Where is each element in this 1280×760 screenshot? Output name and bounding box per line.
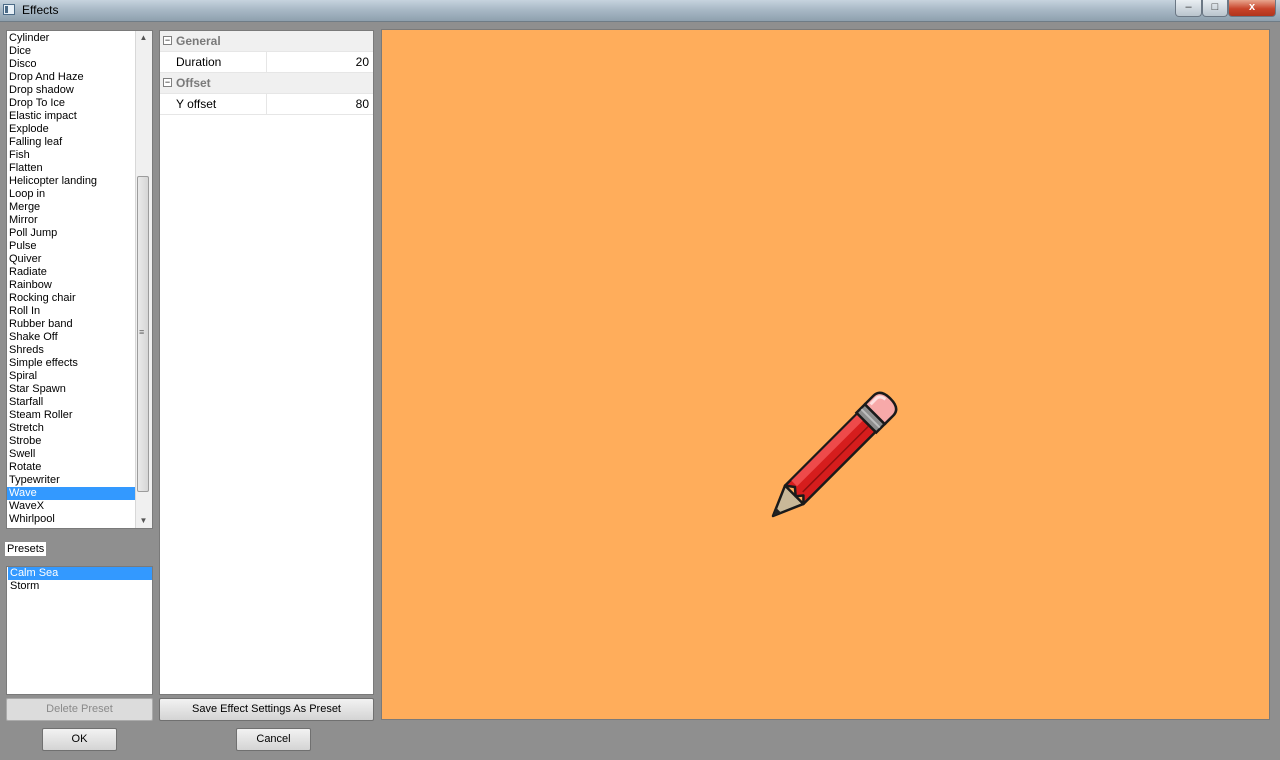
effect-item[interactable]: Strobe — [7, 435, 136, 448]
ok-button[interactable]: OK — [42, 728, 117, 751]
property-row[interactable]: Duration 20 — [160, 52, 373, 73]
effect-item[interactable]: Drop To Ice — [7, 97, 136, 110]
effect-item[interactable]: Pulse — [7, 240, 136, 253]
window-title: Effects — [22, 3, 59, 17]
effect-item[interactable]: Dice — [7, 45, 136, 58]
effect-item[interactable]: Starfall — [7, 396, 136, 409]
save-preset-button[interactable]: Save Effect Settings As Preset — [159, 698, 374, 721]
effect-item[interactable]: Roll In — [7, 305, 136, 318]
property-group-label: Offset — [176, 76, 211, 90]
scroll-up-arrow-icon[interactable]: ▲ — [136, 31, 151, 45]
effect-item[interactable]: Simple effects — [7, 357, 136, 370]
effect-item[interactable]: Stretch — [7, 422, 136, 435]
property-group[interactable]: − General — [160, 31, 373, 52]
effect-item[interactable]: Merge — [7, 201, 136, 214]
scroll-down-arrow-icon[interactable]: ▼ — [136, 514, 151, 528]
effect-item[interactable]: Fish — [7, 149, 136, 162]
effect-item[interactable]: Steam Roller — [7, 409, 136, 422]
effect-item[interactable]: Helicopter landing — [7, 175, 136, 188]
effect-item[interactable]: Shreds — [7, 344, 136, 357]
effects-scrollbar[interactable]: ▲ ≡ ▼ — [135, 31, 152, 528]
app-icon — [3, 4, 15, 15]
property-group[interactable]: − Offset — [160, 73, 373, 94]
effect-item[interactable]: Quiver — [7, 253, 136, 266]
effect-preview — [381, 29, 1270, 720]
effect-item[interactable]: Flatten — [7, 162, 136, 175]
effect-item[interactable]: WaveX — [7, 500, 136, 513]
maximize-button[interactable]: □ — [1202, 0, 1228, 17]
effect-item[interactable]: Shake Off — [7, 331, 136, 344]
effect-item[interactable]: Drop shadow — [7, 84, 136, 97]
pencil-icon — [771, 391, 898, 518]
delete-preset-button[interactable]: Delete Preset — [6, 698, 153, 721]
collapse-icon[interactable]: − — [163, 36, 172, 45]
effect-item[interactable]: Elastic impact — [7, 110, 136, 123]
effect-item[interactable]: Whirlpool — [7, 513, 136, 526]
effect-item[interactable]: Poll Jump — [7, 227, 136, 240]
preset-item[interactable]: Storm — [8, 580, 152, 593]
window-titlebar: Effects – □ x — [0, 0, 1280, 22]
collapse-icon[interactable]: − — [163, 78, 172, 87]
effect-item[interactable]: Drop And Haze — [7, 71, 136, 84]
properties-grid[interactable]: − General Duration 20− Offset Y offset 80 — [159, 30, 374, 695]
presets-label: Presets — [5, 542, 47, 556]
property-row[interactable]: Y offset 80 — [160, 94, 373, 115]
effect-item[interactable]: Rotate — [7, 461, 136, 474]
effect-item[interactable]: Falling leaf — [7, 136, 136, 149]
effect-item[interactable]: Rubber band — [7, 318, 136, 331]
effect-item[interactable]: Star Spawn — [7, 383, 136, 396]
effect-item[interactable]: Spiral — [7, 370, 136, 383]
effect-item[interactable]: Rocking chair — [7, 292, 136, 305]
property-value[interactable]: 80 — [356, 94, 369, 114]
cancel-button[interactable]: Cancel — [236, 728, 311, 751]
effect-item[interactable]: Swell — [7, 448, 136, 461]
preset-item[interactable]: Calm Sea — [8, 567, 152, 580]
property-name: Duration — [176, 52, 267, 72]
presets-list[interactable]: Calm Sea Storm — [6, 566, 153, 695]
effects-list[interactable]: Cylinder Dice Disco Drop And Haze Drop shado… — [6, 30, 153, 529]
properties-rows: − General Duration 20− Offset Y offset 80 — [160, 31, 373, 115]
effect-item[interactable]: Wave — [7, 487, 136, 500]
property-name: Y offset — [176, 94, 267, 114]
property-value[interactable]: 20 — [356, 52, 369, 72]
property-group-label: General — [176, 34, 221, 48]
close-button[interactable]: x — [1228, 0, 1276, 17]
effect-item[interactable]: Mirror — [7, 214, 136, 227]
effect-item[interactable]: Cylinder — [7, 32, 136, 45]
effect-item[interactable]: Disco — [7, 58, 136, 71]
effects-list-items: Cylinder Dice Disco Drop And Haze Drop shado… — [7, 32, 136, 526]
effect-item[interactable]: Radiate — [7, 266, 136, 279]
presets-list-items: Calm Sea Storm — [8, 567, 152, 593]
effect-item[interactable]: Loop in — [7, 188, 136, 201]
minimize-button[interactable]: – — [1175, 0, 1202, 17]
effect-item[interactable]: Typewriter — [7, 474, 136, 487]
effect-item[interactable]: Rainbow — [7, 279, 136, 292]
effect-item[interactable]: Explode — [7, 123, 136, 136]
scroll-grip-icon: ≡ — [139, 327, 145, 337]
